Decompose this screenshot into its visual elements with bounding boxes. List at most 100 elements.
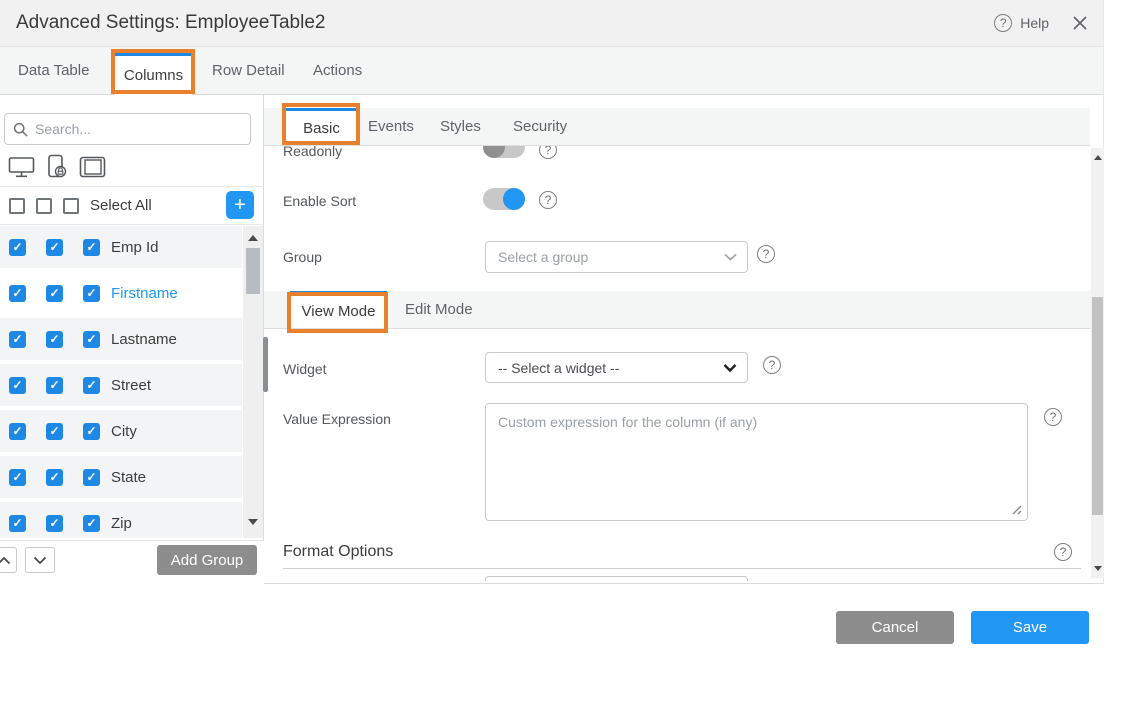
- advanced-settings-dialog: Advanced Settings: EmployeeTable2 Help D…: [0, 0, 1104, 584]
- select-all-checkbox-desktop[interactable]: [9, 198, 25, 214]
- list-item-emp-id[interactable]: Emp Id: [0, 226, 242, 268]
- help-icon: [994, 14, 1012, 32]
- column-list: Emp Id Firstname Lastname: [0, 226, 242, 538]
- checkbox[interactable]: [83, 469, 100, 486]
- select-all-checkbox-mobile[interactable]: [36, 198, 52, 214]
- enable-sort-help-icon[interactable]: [539, 191, 557, 209]
- checkbox[interactable]: [9, 285, 26, 302]
- checkbox[interactable]: [83, 331, 100, 348]
- scroll-down-icon[interactable]: [1094, 566, 1102, 571]
- sidebar-footer: Add Group: [0, 540, 264, 584]
- column-label: Lastname: [111, 331, 177, 348]
- main-tab-bar: Data Table Columns Row Detail Actions: [0, 47, 1103, 95]
- widget-select[interactable]: -- Select a widget --: [485, 352, 748, 383]
- group-help-icon[interactable]: [757, 245, 775, 263]
- tab-basic[interactable]: Basic: [285, 108, 358, 145]
- column-label: Zip: [111, 515, 132, 532]
- checkbox[interactable]: [9, 331, 26, 348]
- group-select-placeholder: Select a group: [498, 249, 588, 265]
- tab-columns[interactable]: Columns: [115, 53, 192, 95]
- list-item-zip[interactable]: Zip: [0, 502, 242, 538]
- checkbox[interactable]: [83, 285, 100, 302]
- add-column-button[interactable]: +: [226, 191, 254, 219]
- tab-view-mode[interactable]: View Mode: [290, 291, 387, 328]
- checkbox[interactable]: [9, 423, 26, 440]
- checkbox[interactable]: [83, 515, 100, 532]
- search-input[interactable]: [35, 121, 242, 137]
- panel-body: Readonly Enable Sort Group Select a grou…: [264, 146, 1091, 581]
- scroll-up-icon[interactable]: [1094, 155, 1102, 160]
- panel-resize-handle[interactable]: [263, 337, 268, 392]
- column-label: Emp Id: [111, 239, 159, 256]
- cancel-button[interactable]: Cancel: [836, 611, 954, 644]
- search-icon: [13, 122, 28, 137]
- checkbox[interactable]: [46, 285, 63, 302]
- value-expression-input[interactable]: [485, 403, 1028, 521]
- format-options-partial-input[interactable]: [485, 576, 748, 581]
- checkbox[interactable]: [46, 377, 63, 394]
- checkbox[interactable]: [46, 423, 63, 440]
- group-select[interactable]: Select a group: [485, 241, 748, 273]
- column-label: City: [111, 423, 137, 440]
- column-label: State: [111, 469, 146, 486]
- tab-data-table[interactable]: Data Table: [18, 47, 89, 94]
- checkbox[interactable]: [9, 377, 26, 394]
- list-item-city[interactable]: City: [0, 410, 242, 452]
- add-group-button[interactable]: Add Group: [157, 545, 257, 575]
- move-down-button[interactable]: [25, 547, 55, 573]
- checkbox[interactable]: [9, 239, 26, 256]
- list-item-firstname[interactable]: Firstname: [0, 272, 242, 314]
- scrollbar-thumb[interactable]: [1092, 297, 1103, 515]
- tab-events[interactable]: Events: [368, 108, 414, 145]
- select-all-checkbox-tablet[interactable]: [63, 198, 79, 214]
- device-toolbar: [8, 150, 256, 184]
- tab-edit-mode[interactable]: Edit Mode: [405, 291, 473, 328]
- checkbox[interactable]: [46, 239, 63, 256]
- sidebar-scrollbar[interactable]: [243, 226, 263, 538]
- list-item-street[interactable]: Street: [0, 364, 242, 406]
- checkbox[interactable]: [46, 331, 63, 348]
- mobile-icon[interactable]: [46, 154, 68, 180]
- tab-security[interactable]: Security: [513, 108, 567, 145]
- list-item-lastname[interactable]: Lastname: [0, 318, 242, 360]
- move-up-button[interactable]: [0, 547, 17, 573]
- tab-styles[interactable]: Styles: [440, 108, 481, 145]
- format-options-heading: Format Options: [283, 543, 393, 561]
- tab-actions[interactable]: Actions: [313, 47, 362, 94]
- screen: Advanced Settings: EmployeeTable2 Help D…: [0, 0, 1148, 717]
- enable-sort-toggle[interactable]: [483, 188, 525, 210]
- chevron-down-icon: [723, 363, 737, 372]
- desktop-icon[interactable]: [8, 155, 35, 179]
- format-options-help-icon[interactable]: [1054, 543, 1072, 561]
- mode-tab-bar: View Mode Edit Mode: [264, 291, 1091, 329]
- value-expression-label: Value Expression: [283, 410, 391, 428]
- value-expression-help-icon[interactable]: [1044, 408, 1062, 426]
- checkbox[interactable]: [46, 469, 63, 486]
- checkbox[interactable]: [83, 377, 100, 394]
- scrollbar-thumb[interactable]: [246, 248, 260, 294]
- search-box: [4, 113, 251, 145]
- widget-help-icon[interactable]: [763, 356, 781, 374]
- checkbox[interactable]: [9, 515, 26, 532]
- close-icon[interactable]: [1071, 14, 1089, 32]
- checkbox[interactable]: [46, 515, 63, 532]
- tablet-icon[interactable]: [79, 156, 106, 178]
- group-label: Group: [283, 248, 322, 266]
- dialog-title: Advanced Settings: EmployeeTable2: [16, 12, 325, 34]
- list-item-state[interactable]: State: [0, 456, 242, 498]
- readonly-toggle[interactable]: [483, 146, 525, 158]
- readonly-help-icon[interactable]: [539, 146, 557, 159]
- panel-tab-bar: Basic Events Styles Security: [264, 108, 1090, 146]
- help-button[interactable]: Help: [994, 14, 1049, 32]
- checkbox[interactable]: [83, 423, 100, 440]
- checkbox[interactable]: [9, 469, 26, 486]
- checkbox[interactable]: [83, 239, 100, 256]
- divider: [0, 224, 264, 225]
- save-button[interactable]: Save: [971, 611, 1089, 644]
- widget-label: Widget: [283, 360, 327, 378]
- tab-row-detail[interactable]: Row Detail: [212, 47, 285, 94]
- select-all-label: Select All: [90, 197, 152, 214]
- scroll-down-icon[interactable]: [248, 519, 258, 525]
- column-label: Street: [111, 377, 151, 394]
- scroll-up-icon[interactable]: [248, 235, 258, 241]
